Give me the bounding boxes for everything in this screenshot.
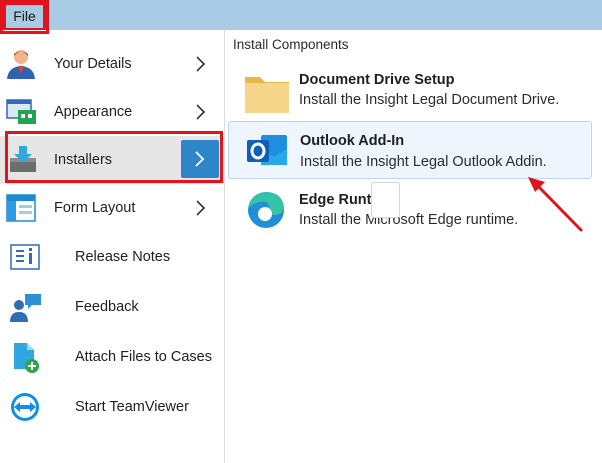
sidebar-item-attach-files[interactable]: Attach Files to Cases: [0, 333, 225, 383]
sidebar-item-label: Feedback: [75, 299, 139, 315]
chevron-right-icon: [195, 151, 205, 167]
component-title: Outlook Add-In: [300, 133, 405, 149]
component-description: Install the Microsoft Edge runtime.: [299, 212, 519, 228]
component-edge-runtime[interactable]: Edge Runti Install the Microsoft Edge ru…: [228, 181, 592, 237]
chevron-right-icon: [196, 104, 206, 120]
outlook-icon: [247, 135, 287, 165]
release-notes-icon: [10, 244, 40, 270]
sidebar-item-start-teamviewer[interactable]: Start TeamViewer: [0, 383, 225, 433]
sidebar-item-label: Appearance: [54, 104, 133, 120]
component-title: Document Drive Setup: [299, 72, 455, 88]
sidebar-item-your-details[interactable]: Your Details: [0, 40, 225, 88]
settings-sidebar: Your Details Appearance Installers Form …: [0, 30, 225, 463]
component-title: Edge Runti: [299, 192, 376, 208]
attach-file-icon: [14, 343, 39, 373]
menu-bar: File: [0, 0, 602, 31]
component-document-drive-setup[interactable]: Document Drive Setup Install the Insight…: [228, 61, 592, 117]
expand-installers-button[interactable]: [181, 140, 219, 178]
sidebar-item-label: Start TeamViewer: [75, 399, 189, 415]
user-icon: [7, 50, 35, 79]
chevron-right-icon: [196, 200, 206, 216]
folder-icon: [245, 77, 289, 113]
edge-icon: [248, 192, 284, 228]
file-menu[interactable]: File: [3, 2, 46, 31]
teamviewer-icon: [11, 393, 39, 421]
sidebar-item-label: Release Notes: [75, 249, 171, 265]
appearance-icon: [6, 99, 36, 124]
component-outlook-add-in[interactable]: Outlook Add-In Install the Insight Legal…: [228, 121, 592, 179]
form-layout-icon: [6, 194, 36, 222]
section-title: Install Components: [233, 37, 349, 52]
sidebar-item-appearance[interactable]: Appearance: [0, 88, 225, 136]
sidebar-item-feedback[interactable]: Feedback: [0, 283, 225, 333]
sidebar-item-label: Form Layout: [54, 200, 136, 216]
sidebar-item-release-notes[interactable]: Release Notes: [0, 233, 225, 283]
component-description: Install the Insight Legal Document Drive…: [299, 92, 560, 108]
sidebar-item-label: Your Details: [54, 56, 132, 72]
install-components-panel: Install Components Document Drive Setup …: [226, 30, 602, 463]
sidebar-item-label: Attach Files to Cases: [75, 349, 212, 365]
tooltip: [371, 182, 400, 218]
feedback-icon: [10, 294, 41, 322]
sidebar-item-form-layout[interactable]: Form Layout: [0, 184, 225, 232]
chevron-right-icon: [196, 56, 206, 72]
component-description: Install the Insight Legal Outlook Addin.: [300, 154, 547, 170]
